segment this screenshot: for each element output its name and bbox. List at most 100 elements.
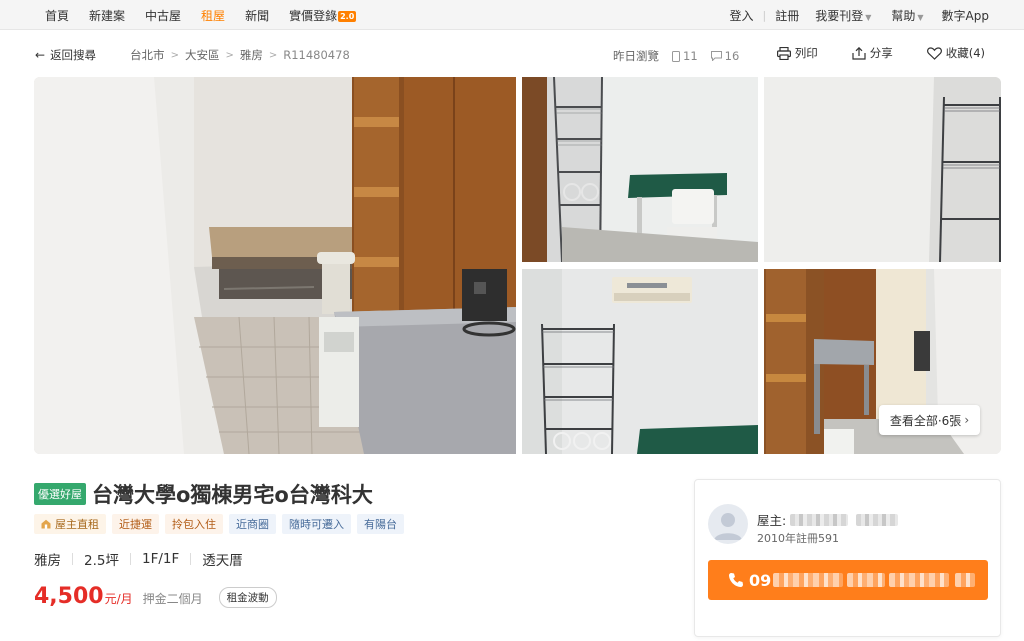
nav-home[interactable]: 首頁 [45,7,69,24]
share-label: 分享 [869,46,893,60]
spec-size: 2.5坪 [84,553,119,569]
main-room-photo[interactable] [34,77,516,454]
print-button[interactable]: 列印 [776,45,818,61]
shelf-desk-image [522,77,758,262]
listing-title: 台灣大學o獨棟男宅o台灣科大 [92,483,373,507]
rent-price-unit: 元/月 [104,592,133,606]
shelf-desk-photo[interactable] [522,77,758,262]
wall-shelf-photo[interactable] [764,77,1001,262]
version-badge: 2.0 [338,10,357,22]
back-to-search-button[interactable]: ← 返回搜尋 [35,47,96,63]
price-row: 4,500 元/月 押金二個月 租金波動 [34,584,277,610]
login-link[interactable]: 登入 [729,7,753,24]
nav-news[interactable]: 新聞 [245,7,269,24]
heart-icon [926,46,942,60]
phone-view-icon [672,50,680,62]
owner-label: 屋主: [757,513,787,528]
listing-title-row: 優選好屋 台灣大學o獨棟男宅o台灣科大 [34,479,373,509]
phone-prefix: 09 [749,570,772,590]
chevron-right-icon: > [225,49,234,61]
rent-price: 4,500 [34,584,104,609]
breadcrumb-type[interactable]: 雅房 [240,47,263,63]
register-link[interactable]: 註冊 [775,7,799,24]
feature-tags: 屋主直租 近捷運 拎包入住 近商圈 隨時可遷入 有陽台 [34,514,410,534]
avatar [708,504,748,544]
tag-balcony: 有陽台 [357,514,404,534]
chevron-right-icon: > [170,49,179,61]
house-icon [41,519,51,529]
phone-icon [729,573,743,587]
view-count-value: 11 [683,49,698,63]
comment-count: 16 [710,49,740,63]
chevron-down-icon: ▼ [865,12,872,22]
tag-near-mrt: 近捷運 [112,514,159,534]
help-label: 幫助 [891,8,916,23]
view-count: 11 [672,49,698,63]
tag-move-in-ready: 拎包入住 [165,514,223,534]
nav-divider: | [762,8,767,22]
aircon-shelf-image [522,269,758,454]
listing-actions: 列印 分享 收藏(4) [743,45,985,61]
breadcrumb-city[interactable]: 台北市 [130,47,165,63]
breadcrumb-row: ← 返回搜尋 台北市 > 大安區 > 雅房 > R11480478 昨日瀏覽 1… [35,44,1001,66]
help-menu[interactable]: 幫助 ▼ [891,7,923,24]
tag-owner-rent-label: 屋主直租 [55,518,99,531]
spec-floor: 1F/1F [141,551,180,567]
listing-id: R11480478 [283,48,350,62]
back-label: 返回搜尋 [50,48,97,62]
user-nav: 登入 | 註冊 我要刊登 ▼ 幫助 ▼ 數字App [720,0,989,30]
tag-near-shopping: 近商圈 [229,514,276,534]
arrow-left-icon: ← [35,48,46,62]
see-all-photos-button[interactable]: 查看全部·6張 › [879,405,980,435]
nav-new-projects[interactable]: 新建案 [89,7,125,24]
chevron-down-icon: ▼ [917,12,924,22]
printer-icon [776,46,791,60]
main-nav: 首頁 新建案 中古屋 租屋 新聞 實價登錄 2.0 [45,0,376,30]
registration-info: 2010年註冊591 [757,532,839,545]
spec-building-type: 透天厝 [202,553,243,569]
post-listing-label: 我要刊登 [815,8,864,23]
nav-rent[interactable]: 租屋 [201,7,225,24]
wall-shelf-image [764,77,1001,262]
tag-available-now: 隨時可遷入 [282,514,351,534]
phone-number-redacted [773,573,844,587]
nav-price-registry[interactable]: 實價登錄 2.0 [289,7,357,24]
top-nav: 首頁 新建案 中古屋 租屋 新聞 實價登錄 2.0 登入 | 註冊 我要刊登 ▼ 幫… [0,0,1024,30]
owner-name-line: 屋主: [757,510,899,529]
aircon-shelf-photo[interactable] [522,269,758,454]
favorite-button[interactable]: 收藏(4) [926,45,985,61]
listing-specs: 雅房 2.5坪 1F/1F 透天厝 [34,549,243,569]
see-all-label: 查看全部·6張 [889,413,962,428]
contact-card: 屋主: 2010年註冊591 09 [694,479,1001,637]
user-icon [714,513,742,540]
deposit-info: 押金二個月 [142,592,203,606]
print-label: 列印 [794,46,818,60]
spec-room-type: 雅房 [34,553,61,569]
photo-gallery [34,77,1001,454]
phone-number-redacted [847,573,886,587]
premium-tag: 優選好屋 [34,483,86,505]
chevron-right-icon: > [268,49,278,61]
chevron-right-icon: › [964,413,970,427]
viewed-label: 昨日瀏覽 [613,49,659,63]
owner-name-redacted [856,513,899,526]
favorite-label: 收藏(4) [945,46,985,60]
breadcrumb-district[interactable]: 大安區 [185,47,220,63]
rent-fluctuation-button[interactable]: 租金波動 [218,587,277,608]
post-listing-menu[interactable]: 我要刊登 ▼ [815,7,871,24]
phone-number-redacted [889,573,950,587]
share-button[interactable]: 分享 [852,45,893,61]
spec-divider [72,553,73,565]
main-room-image [34,77,516,454]
comment-count-value: 16 [724,49,740,63]
tag-owner-rent: 屋主直租 [34,514,106,534]
listing-stats: 昨日瀏覽 11 16 [613,48,739,64]
share-icon [852,46,866,60]
phone-number-redacted [955,573,976,587]
owner-name-redacted [790,513,849,526]
phone-button[interactable]: 09 [708,560,988,600]
nav-price-registry-label: 實價登錄 [289,8,338,23]
spec-divider [129,553,131,565]
app-link[interactable]: 數字App [942,7,989,24]
nav-used-homes[interactable]: 中古屋 [145,7,181,24]
